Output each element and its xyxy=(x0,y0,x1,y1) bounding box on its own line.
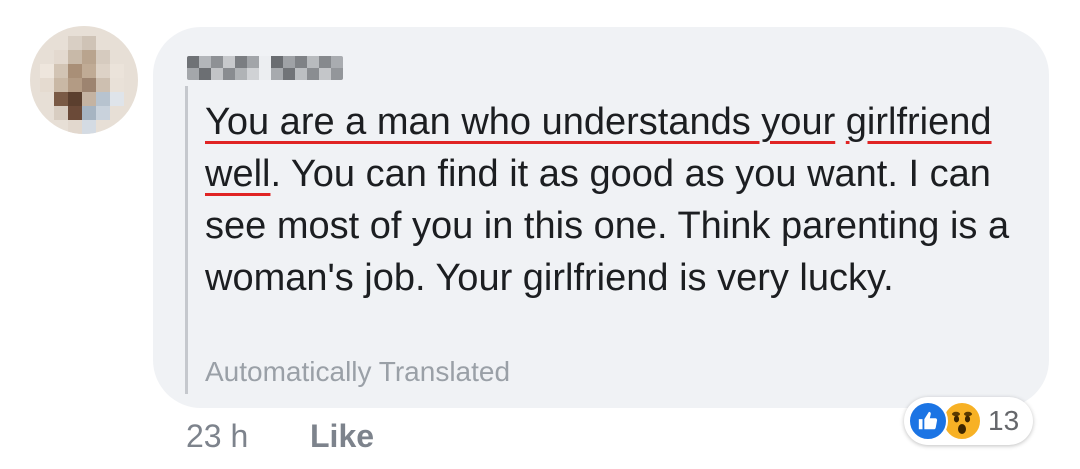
comment-text: You are a man who understands your girlf… xyxy=(205,96,1025,304)
translation-quote-bar xyxy=(185,86,188,394)
like-button[interactable]: Like xyxy=(310,418,374,455)
author-name-redacted[interactable] xyxy=(187,56,343,80)
reaction-count: 13 xyxy=(988,405,1020,436)
like-icon xyxy=(908,401,948,441)
comment-container: You are a man who understands your girlf… xyxy=(0,0,1080,469)
comment-timestamp[interactable]: 23 h xyxy=(186,418,248,455)
wow-icon xyxy=(942,401,982,441)
reactions-summary[interactable]: 13 xyxy=(904,397,1034,445)
avatar[interactable] xyxy=(30,26,138,134)
comment-text-rest: . You can find it as good as you want. I… xyxy=(205,153,1010,299)
comment-text-underlined-1: You are a man who understands your xyxy=(205,101,836,143)
automatically-translated-label[interactable]: Automatically Translated xyxy=(205,356,510,388)
